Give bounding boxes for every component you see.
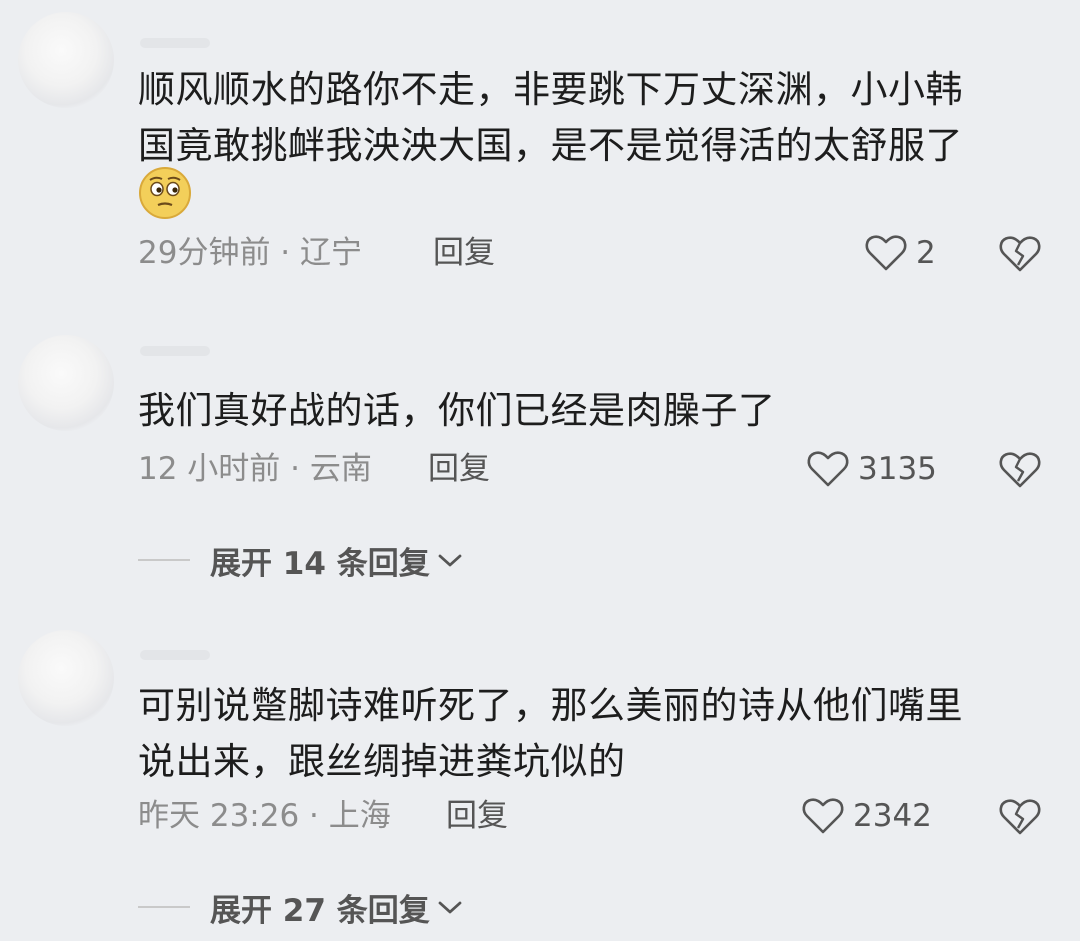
comment-text-line: 说出来，跟丝绸掉进粪坑似的 — [138, 740, 626, 783]
comment-text: 可别说蹩脚诗难听死了，那么美丽的诗从他们嘴里 说出来，跟丝绸掉进粪坑似的 — [138, 678, 1043, 790]
heart-outline-icon — [802, 798, 844, 834]
username-placeholder[interactable] — [140, 346, 210, 356]
divider — [138, 906, 190, 908]
divider — [138, 559, 190, 561]
like-button[interactable]: 2342 — [801, 794, 932, 838]
expand-replies-label: 展开 27 条回复 — [210, 892, 430, 929]
like-count: 3135 — [858, 451, 937, 487]
username-placeholder[interactable] — [140, 650, 210, 660]
expand-replies-button[interactable]: 展开 14 条回复 — [138, 537, 464, 583]
chevron-down-icon — [438, 554, 462, 567]
comment-meta: 昨天 23:26 · 上海 — [138, 798, 391, 834]
comment-text: 我们真好战的话，你们已经是肉臊子了 — [138, 383, 1043, 439]
avatar[interactable] — [18, 335, 114, 431]
expand-replies-label: 展开 14 条回复 — [210, 545, 430, 582]
username-placeholder[interactable] — [140, 38, 210, 48]
comment-text-line: 我们真好战的话，你们已经是肉臊子了 — [138, 389, 776, 432]
heart-outline-icon — [865, 235, 907, 271]
reply-button[interactable]: 回复 — [428, 449, 490, 489]
reply-button[interactable]: 回复 — [433, 233, 495, 273]
comment-text-line: 可别说蹩脚诗难听死了，那么美丽的诗从他们嘴里 — [138, 684, 963, 727]
reply-button[interactable]: 回复 — [446, 796, 508, 836]
heart-outline-icon — [807, 451, 849, 487]
broken-heart-icon[interactable] — [998, 794, 1042, 838]
expand-replies-button[interactable]: 展开 27 条回复 — [138, 884, 464, 930]
comment-text-line: 顺风顺水的路你不走，非要跳下万丈深渊，小小韩 — [138, 68, 963, 111]
chevron-down-icon — [438, 901, 462, 914]
like-button[interactable]: 2 — [864, 231, 936, 275]
like-button[interactable]: 3135 — [806, 447, 937, 491]
avatar[interactable] — [18, 12, 114, 108]
comment-meta: 12 小时前 · 云南 — [138, 451, 372, 487]
comment-text: 顺风顺水的路你不走，非要跳下万丈深渊，小小韩 国竟敢挑衅我泱泱大国，是不是觉得活… — [138, 62, 1043, 174]
broken-heart-icon[interactable] — [998, 447, 1042, 491]
avatar[interactable] — [18, 630, 114, 726]
comment-meta: 29分钟前 · 辽宁 — [138, 235, 363, 271]
smirk-emoji-icon — [139, 167, 191, 219]
like-count: 2 — [916, 235, 936, 271]
like-count: 2342 — [853, 798, 932, 834]
broken-heart-icon[interactable] — [998, 231, 1042, 275]
comment-text-line: 国竟敢挑衅我泱泱大国，是不是觉得活的太舒服了 — [138, 124, 963, 167]
